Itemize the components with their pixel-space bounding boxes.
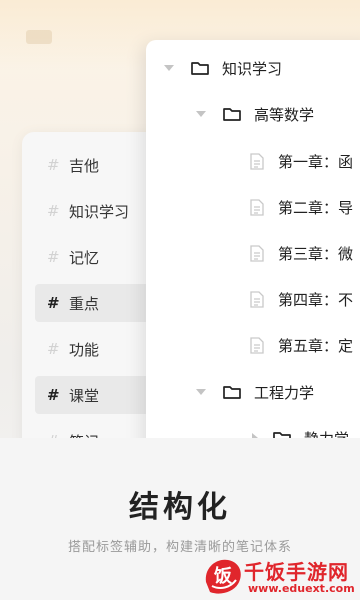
chevron-down-icon[interactable]: [164, 65, 174, 71]
tag-label: 重点: [69, 294, 100, 313]
tag-label: 功能: [69, 340, 100, 359]
watermark-title: 千饭手游网: [244, 560, 349, 584]
tree-folder-engineering-mechanics[interactable]: 工程力学: [196, 377, 314, 407]
tree-doc-label: 第一章：函: [278, 152, 354, 171]
feature-title: 结构化: [129, 490, 231, 525]
hash-icon: #: [47, 156, 60, 174]
tree-doc-chapter-5[interactable]: 第五章：定: [250, 330, 353, 360]
tree-folder-root[interactable]: 知识学习: [164, 53, 282, 83]
header-chip: [26, 30, 52, 44]
tree-folder-label: 知识学习: [222, 59, 283, 78]
site-watermark: 饭 千饭手游网 www.eduext.com: [200, 552, 360, 600]
tree-doc-chapter-4[interactable]: 第四章：不: [250, 284, 353, 314]
tree-doc-label: 第三章：微: [278, 244, 354, 263]
hash-icon: #: [47, 386, 60, 404]
hash-icon: #: [47, 248, 60, 266]
tree-doc-label: 第四章：不: [278, 290, 354, 309]
document-icon: [250, 336, 264, 354]
chevron-down-icon[interactable]: [196, 389, 206, 395]
tag-label: 记忆: [69, 248, 100, 267]
hash-icon: #: [47, 340, 60, 358]
tree-doc-chapter-3[interactable]: 第三章：微: [250, 238, 353, 268]
watermark-logo-icon: 饭: [205, 559, 241, 594]
document-icon: [250, 244, 264, 262]
tag-label: 课堂: [69, 386, 100, 405]
hash-icon: #: [47, 202, 60, 220]
tag-label: 知识学习: [69, 202, 130, 221]
chevron-down-icon[interactable]: [196, 111, 206, 117]
tag-label: 吉他: [69, 156, 100, 175]
tree-folder-label: 工程力学: [254, 383, 315, 402]
document-icon: [250, 152, 264, 170]
folder-icon: [223, 108, 241, 121]
tree-doc-chapter-1[interactable]: 第一章：函: [250, 146, 353, 176]
tree-doc-label: 第二章：导: [278, 198, 354, 217]
tree-folder-label: 高等数学: [254, 105, 315, 124]
tree-doc-label: 第五章：定: [278, 336, 354, 355]
hash-icon: #: [47, 294, 60, 312]
tree-doc-chapter-2[interactable]: 第二章：导: [250, 192, 353, 222]
folder-tree-panel: 知识学习 高等数学 第一章：函 第二章：导 第三章：微 第四章：不 第五章：定 …: [146, 40, 360, 460]
watermark-logo-char: 饭: [213, 565, 232, 587]
document-icon: [250, 290, 264, 308]
document-icon: [250, 198, 264, 216]
folder-icon: [191, 62, 209, 75]
folder-icon: [223, 386, 241, 399]
watermark-url: www.eduext.com: [248, 582, 355, 595]
tree-folder-advanced-math[interactable]: 高等数学: [196, 99, 314, 129]
